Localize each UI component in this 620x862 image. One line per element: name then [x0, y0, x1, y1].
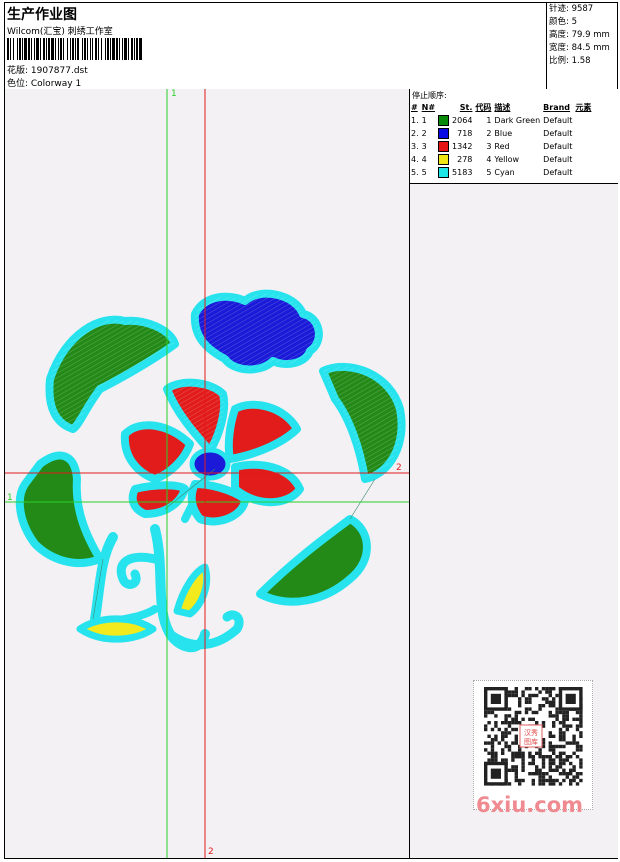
- row-element: [575, 140, 594, 153]
- table-row: 2. 2 718 2 Blue Default: [411, 127, 594, 140]
- axis-label-green-top: 1: [171, 89, 177, 99]
- row-brand: Default: [543, 116, 573, 125]
- row-stitches: 278: [457, 155, 473, 164]
- embroidery-preview: [5, 89, 409, 858]
- stat-width: 宽度: 84.5 mm: [549, 43, 610, 53]
- col-brand: Brand: [543, 103, 571, 112]
- row-description: Blue: [494, 129, 513, 138]
- row-element: [575, 127, 594, 140]
- row-swatch: [438, 166, 452, 179]
- colorway-label: 色位: Colorway 1: [7, 79, 82, 89]
- row-n: 4: [421, 155, 427, 164]
- row-swatch: [438, 140, 452, 153]
- row-code: 4: [486, 155, 492, 164]
- stop-sequence-table: 停止顺序: # N# St. 代码 描述 Brand 元素 1. 1 2064 1 Da…: [410, 89, 618, 184]
- stat-stitches: 针迹: 9587: [549, 4, 594, 14]
- right-panel: 停止顺序: # N# St. 代码 描述 Brand 元素 1. 1 2064 1 Da…: [409, 89, 618, 858]
- header: 生产作业图 Wilcom(汇宝) 刺绣工作室 花版: 1907877.dst 色…: [5, 3, 617, 90]
- row-n: 1: [421, 116, 427, 125]
- row-stitches: 718: [457, 129, 473, 138]
- thread-table: # N# St. 代码 描述 Brand 元素 1. 1 2064 1 Dark Gre…: [411, 101, 594, 179]
- row-stitches: 5183: [452, 168, 473, 177]
- stat-colors: 颜色: 5: [549, 17, 577, 27]
- stats-panel: 针迹: 9587 颜色: 5 高度: 79.9 mm 宽度: 84.5 mm 比…: [546, 3, 617, 89]
- axis-label-red-bottom: 2: [208, 847, 214, 857]
- row-description: Cyan: [494, 168, 515, 177]
- row-index: 5.: [411, 168, 419, 177]
- design-canvas[interactable]: 1 1 2 2: [5, 89, 409, 858]
- stat-scale: 比例: 1.58: [549, 56, 591, 66]
- table-row: 1. 1 2064 1 Dark Green Default: [411, 114, 594, 127]
- design-filename: 花版: 1907877.dst: [7, 66, 88, 76]
- row-n: 3: [421, 142, 427, 151]
- col-hash: #: [411, 103, 418, 112]
- row-description: Red: [494, 142, 510, 151]
- col-code: 代码: [475, 103, 492, 112]
- row-swatch: [438, 127, 452, 140]
- col-desc: 描述: [494, 103, 511, 112]
- row-n: 2: [421, 129, 427, 138]
- row-brand: Default: [543, 168, 573, 177]
- row-index: 3.: [411, 142, 419, 151]
- row-description: Yellow: [494, 155, 520, 164]
- table-row: 3. 3 1342 3 Red Default: [411, 140, 594, 153]
- software-subtitle: Wilcom(汇宝) 刺绣工作室: [7, 27, 113, 37]
- color-swatch: [438, 128, 450, 139]
- watermark-text: 6xiu.com: [476, 793, 584, 817]
- row-code: 1: [486, 116, 492, 125]
- barcode: [7, 38, 142, 60]
- color-swatch: [438, 154, 450, 165]
- row-stitches: 2064: [452, 116, 473, 125]
- row-swatch: [438, 114, 452, 127]
- color-swatch: [438, 115, 450, 126]
- col-element: 元素: [575, 103, 592, 112]
- row-code: 2: [486, 129, 492, 138]
- row-element: [575, 166, 594, 179]
- row-brand: Default: [543, 155, 573, 164]
- col-n: N#: [421, 103, 436, 112]
- row-element: [575, 114, 594, 127]
- stop-sequence-title: 停止顺序:: [412, 91, 447, 100]
- row-element: [575, 153, 594, 166]
- table-row: 4. 4 278 4 Yellow Default: [411, 153, 594, 166]
- axis-label-green-left: 1: [7, 493, 13, 503]
- table-row: 5. 5 5183 5 Cyan Default: [411, 166, 594, 179]
- stat-height: 高度: 79.9 mm: [549, 30, 610, 40]
- row-code: 5: [486, 168, 492, 177]
- row-index: 1.: [411, 116, 419, 125]
- production-sheet: 生产作业图 Wilcom(汇宝) 刺绣工作室 花版: 1907877.dst 色…: [4, 2, 618, 859]
- row-brand: Default: [543, 129, 573, 138]
- qr-code: 汉秀 图库: [473, 680, 593, 810]
- row-index: 2.: [411, 129, 419, 138]
- col-swatch: [438, 101, 452, 114]
- color-swatch: [438, 141, 450, 152]
- row-brand: Default: [543, 142, 573, 151]
- color-swatch: [438, 167, 450, 178]
- axis-label-red-right: 2: [396, 463, 402, 473]
- row-stitches: 1342: [452, 142, 473, 151]
- row-index: 4.: [411, 155, 419, 164]
- qr-stamp-bottom: 图库: [524, 737, 538, 746]
- row-n: 5: [421, 168, 427, 177]
- col-st: St.: [459, 103, 473, 112]
- row-code: 3: [486, 142, 492, 151]
- page-title: 生产作业图: [7, 7, 77, 23]
- row-swatch: [438, 153, 452, 166]
- row-description: Dark Green: [494, 116, 541, 125]
- qr-stamp-top: 汉秀: [524, 728, 538, 737]
